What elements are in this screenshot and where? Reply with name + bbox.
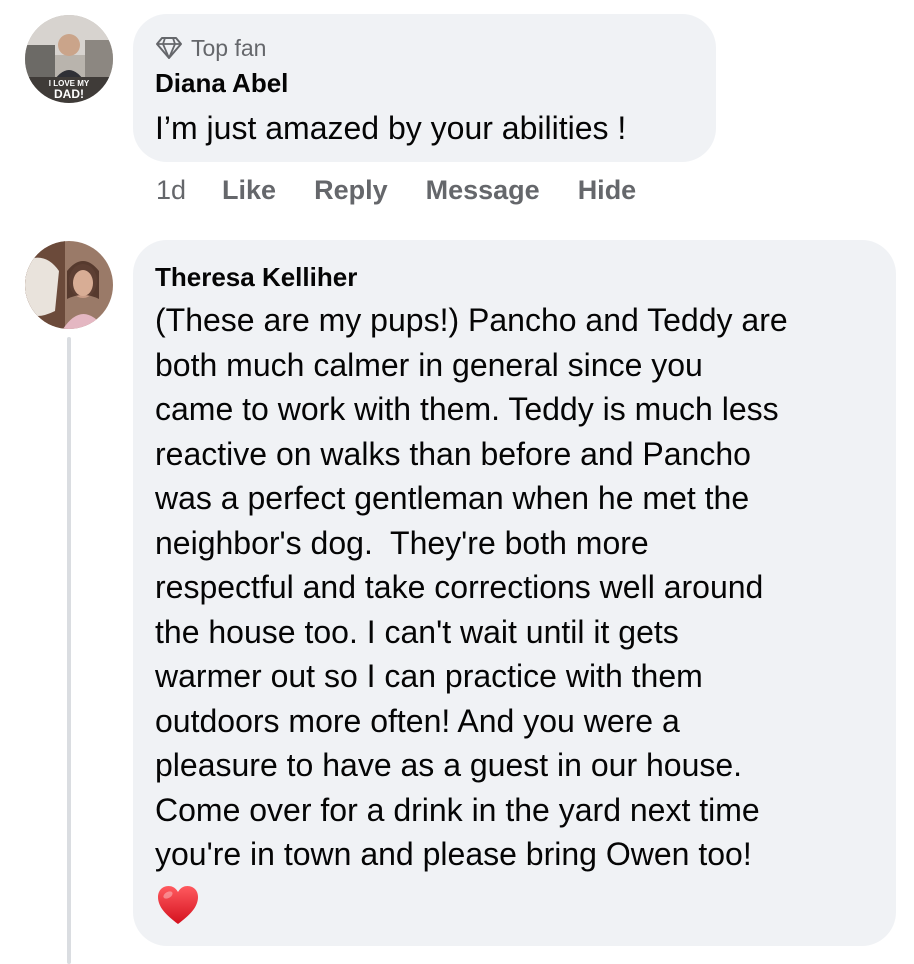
comment-text-line: pleasure to have as a guest in our house… bbox=[155, 747, 743, 783]
comment-text-line: was a perfect gentleman when he met the bbox=[155, 480, 750, 516]
avatar-caption-bottom: DAD! bbox=[54, 87, 84, 101]
comment-thread: I LOVE MY DAD! Top fan Diana Abel I’m ju… bbox=[0, 0, 914, 964]
comment-text-line: respectful and take corrections well aro… bbox=[155, 569, 764, 605]
comment-timestamp[interactable]: 1d bbox=[156, 175, 186, 206]
comment-text-line: you're in town and please bring Owen too… bbox=[155, 836, 752, 872]
comment-text-line: reactive on walks than before and Pancho bbox=[155, 435, 751, 472]
comment-text: (These are my pups!) Pancho and Teddy ar… bbox=[155, 298, 874, 877]
comment-text-line: the house too. I can't wait until it get… bbox=[155, 613, 679, 650]
avatar-diana-abel[interactable]: I LOVE MY DAD! bbox=[25, 15, 113, 103]
diamond-icon bbox=[155, 36, 183, 60]
comment-actions: 1d Like Reply Message Hide bbox=[156, 172, 674, 208]
comment-bubble: Theresa Kelliher (These are my pups!) Pa… bbox=[133, 240, 896, 946]
comment-text-line: came to work with them. Teddy is much le… bbox=[155, 391, 779, 427]
comment-author[interactable]: Diana Abel bbox=[155, 66, 694, 100]
top-fan-badge[interactable]: Top fan bbox=[155, 34, 694, 62]
reply-button[interactable]: Reply bbox=[314, 175, 388, 206]
comment-text: I’m just amazed by your abilities ! bbox=[155, 106, 694, 151]
comment-text-line: warmer out so I can practice with them bbox=[155, 658, 703, 694]
message-button[interactable]: Message bbox=[426, 175, 540, 206]
comment-bubble: Top fan Diana Abel I’m just amazed by yo… bbox=[133, 14, 716, 162]
comment-text-line: (These are my pups!) Pancho and Teddy ar… bbox=[155, 302, 788, 338]
comment-author[interactable]: Theresa Kelliher bbox=[155, 260, 874, 294]
avatar-theresa-kelliher[interactable] bbox=[25, 241, 113, 329]
thread-line bbox=[67, 337, 71, 964]
comment-text-line: neighbor's dog. They're both more bbox=[155, 524, 649, 561]
comment-text-line: outdoors more often! And you were a bbox=[155, 702, 680, 739]
comment-text-line: both much calmer in general since you bbox=[155, 346, 703, 383]
hide-button[interactable]: Hide bbox=[578, 175, 637, 206]
badge-label: Top fan bbox=[191, 34, 267, 61]
comment-text-line: Come over for a drink in the yard next t… bbox=[155, 791, 760, 828]
like-button[interactable]: Like bbox=[222, 175, 276, 206]
red-heart-icon bbox=[156, 884, 200, 926]
comment-text-line: I’m just amazed by your abilities ! bbox=[155, 110, 627, 146]
